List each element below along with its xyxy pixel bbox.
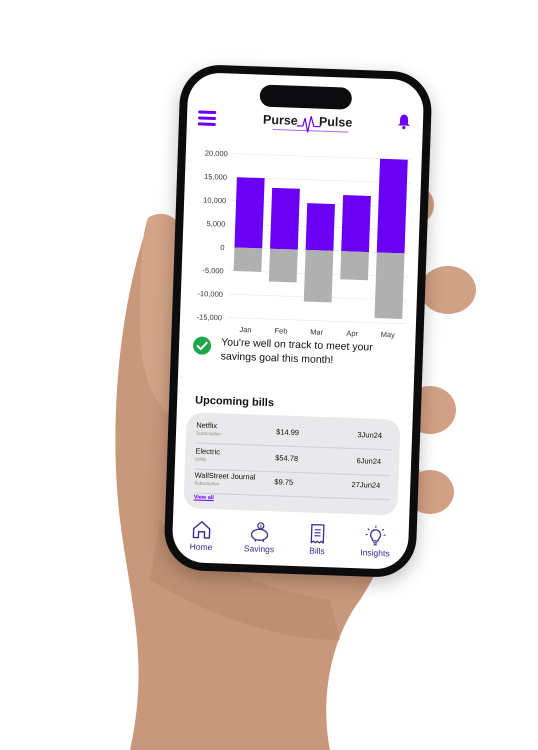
bill-category: Subscription — [194, 480, 220, 487]
bills-card: Netflix Subscription $14.99 3Jun24 Elect… — [183, 412, 401, 516]
bill-amount: $14.99 — [275, 427, 300, 438]
app-logo: Purse Pulse — [262, 109, 359, 138]
bill-amount: $54.78 — [275, 453, 299, 464]
bill-date: 27Jun24 — [351, 479, 381, 490]
bar-negative — [268, 248, 298, 283]
x-tick-label: Jan — [239, 325, 251, 334]
bar-negative — [233, 247, 263, 272]
y-tick-label: 10,000 — [203, 195, 226, 205]
savings-chart: 20,000 15,000 10,000 5,000 0 -5,000 -10,000 -15… — [196, 149, 412, 339]
bill-row[interactable]: Netflix Subscription $14.99 3Jun24 — [195, 420, 393, 451]
receipt-icon — [310, 523, 325, 544]
bar-positive — [341, 194, 371, 253]
nav-bills[interactable]: Bills — [291, 522, 343, 568]
y-tick-label: 15,000 — [204, 172, 227, 182]
bar-positive — [305, 203, 335, 251]
x-tick-label: Apr — [346, 329, 358, 338]
nav-home-label: Home — [189, 541, 213, 553]
app-screen: Purse Pulse 20,000 15,000 10,000 5,000 0 -5,0… — [171, 72, 425, 570]
bill-date: 6Jun24 — [356, 456, 382, 466]
svg-text:$: $ — [259, 524, 262, 530]
bar-negative — [374, 252, 405, 319]
piggy-bank-icon: $ — [250, 522, 269, 542]
nav-insights[interactable]: Insights — [349, 524, 401, 570]
bell-icon[interactable] — [397, 113, 412, 130]
bill-date: 3Jun24 — [357, 430, 383, 441]
bills-title: Upcoming bills — [194, 394, 275, 410]
x-tick-label: Feb — [274, 326, 287, 335]
bar-negative — [303, 249, 334, 303]
y-tick-label: -10,000 — [197, 289, 223, 299]
nav-savings[interactable]: $ Savings — [233, 520, 285, 566]
lightbulb-icon — [365, 525, 386, 546]
y-tick-label: 20,000 — [205, 149, 228, 159]
bottom-nav: Home $ Savings Bills Insights — [172, 518, 409, 570]
nav-insights-label: Insights — [360, 547, 390, 559]
nav-bills-label: Bills — [309, 545, 325, 557]
bar-positive — [270, 187, 300, 250]
x-tick-label: May — [381, 330, 396, 339]
bill-amount: $9.75 — [274, 477, 294, 487]
y-tick-label: -15,000 — [196, 312, 222, 322]
y-tick-label: -5,000 — [202, 266, 224, 276]
nav-home[interactable]: Home — [176, 518, 228, 564]
x-tick-label: Mar — [310, 327, 324, 336]
gridline — [228, 317, 406, 325]
bill-name: Electric — [195, 446, 221, 457]
bar-negative — [340, 251, 369, 281]
check-circle-icon — [192, 336, 212, 355]
bill-category: Subscription — [195, 430, 221, 437]
y-tick-label: 5,000 — [206, 219, 225, 229]
home-icon — [192, 521, 211, 539]
view-all-link[interactable]: View all — [194, 494, 214, 501]
status-message: You're well on track to meet your saving… — [192, 334, 403, 375]
bill-name: Netflix — [196, 420, 218, 431]
phone-frame: Purse Pulse 20,000 15,000 10,000 5,000 0 -5,0… — [163, 63, 433, 579]
bar-positive — [376, 158, 408, 254]
logo-right-text: Pulse — [318, 114, 353, 130]
hamburger-menu-icon[interactable] — [197, 110, 217, 126]
status-message-text: You're well on track to meet your saving… — [220, 336, 373, 367]
nav-savings-label: Savings — [243, 543, 275, 555]
bar-positive — [234, 177, 265, 249]
gridline — [233, 153, 412, 161]
logo-left-text: Purse — [262, 112, 298, 128]
y-tick-label: 0 — [220, 243, 224, 252]
dynamic-island — [259, 84, 353, 110]
bill-category: Utility — [195, 456, 207, 462]
